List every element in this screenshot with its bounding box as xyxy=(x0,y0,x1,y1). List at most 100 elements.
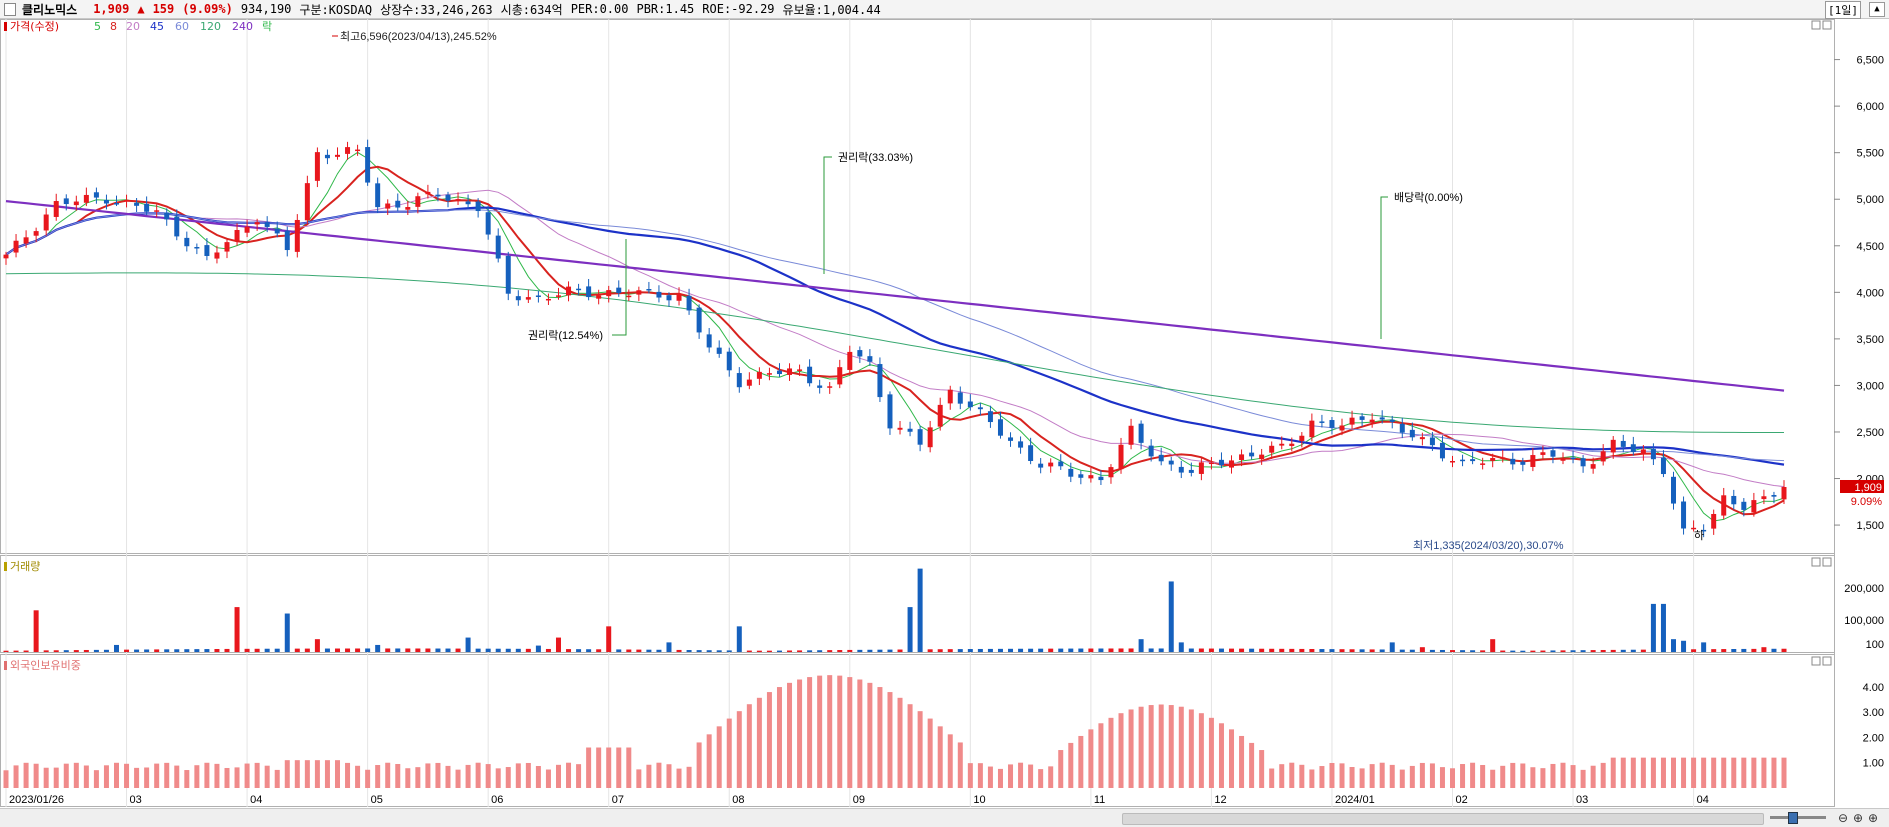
candle-body xyxy=(395,200,401,208)
zoom-slider[interactable] xyxy=(1770,816,1826,819)
foreign-tick-label: 2.00 xyxy=(1863,732,1884,744)
price-tick-label: 5,000 xyxy=(1856,194,1884,206)
foreign-ratio-bar xyxy=(1761,757,1767,788)
volume-bar xyxy=(63,650,69,652)
volume-bar xyxy=(53,650,59,652)
candle-body xyxy=(1078,474,1084,478)
volume-tick-label: 200,000 xyxy=(1844,583,1884,595)
volume-bar xyxy=(1208,648,1214,652)
candle-body xyxy=(1188,469,1194,473)
candle-body xyxy=(1098,476,1104,481)
foreign-ratio-bar xyxy=(53,767,59,788)
zoom-out-icon[interactable]: ⊖ xyxy=(1838,811,1848,825)
candle-body xyxy=(1761,496,1767,500)
candle-body xyxy=(1550,450,1556,457)
candle-body xyxy=(1460,459,1466,462)
foreign-ratio-bar xyxy=(1108,717,1114,788)
candle-body xyxy=(1008,437,1014,441)
volume-bar xyxy=(334,648,340,652)
candle-body xyxy=(1028,445,1034,461)
foreign-ratio-bar xyxy=(827,675,833,788)
stock-info-bar: 클리노믹스 1,909 ▲ 159 (9.09%) 934,190 구분:KOS… xyxy=(0,0,1889,19)
volume-bar xyxy=(1168,581,1174,652)
foreign-ratio-bar xyxy=(435,762,441,788)
volume-bar xyxy=(1068,648,1074,652)
foreign-ratio-bar xyxy=(1178,706,1184,788)
foreign-ratio-bar xyxy=(1711,757,1717,788)
legend-ma8: 8 xyxy=(110,20,117,33)
volume-bar xyxy=(1279,648,1285,652)
foreign-ratio-bar xyxy=(73,762,79,788)
foreign-ratio-bar xyxy=(877,687,883,788)
date-tick-label: 03 xyxy=(1576,794,1588,806)
foreign-ratio-bar xyxy=(706,734,712,788)
stock-chart[interactable]: 1,5002,0002,5003,0003,5004,0004,5005,000… xyxy=(0,19,1889,807)
candle-body xyxy=(1319,421,1325,423)
candle-body xyxy=(1249,452,1255,457)
volume-bar xyxy=(1108,648,1114,652)
volume-bar xyxy=(776,650,782,652)
candle-body xyxy=(1711,513,1717,529)
legend-price: 가격(수정) xyxy=(10,20,59,33)
horizontal-scroll-thumb[interactable] xyxy=(1122,813,1764,825)
panel-buttons[interactable] xyxy=(1811,20,1832,666)
price-tick-label: 5,500 xyxy=(1856,148,1884,160)
candle-body xyxy=(1218,459,1224,466)
volume-bar xyxy=(194,649,200,652)
candle-body xyxy=(525,297,531,300)
period-selector[interactable]: [1일] xyxy=(1825,1,1861,19)
candle-body xyxy=(63,198,69,205)
foreign-ratio-bar xyxy=(1028,764,1034,788)
candle-body xyxy=(937,404,943,427)
foreign-ratio-bar xyxy=(63,763,69,788)
stock-name[interactable]: 클리노믹스 xyxy=(22,1,77,18)
volume-bar xyxy=(736,626,742,652)
candle-body xyxy=(987,411,993,423)
volume-tick-label: 100 xyxy=(1866,639,1884,651)
candle-body xyxy=(294,219,300,252)
date-tick-label: 09 xyxy=(853,794,865,806)
volume-bar xyxy=(425,648,431,652)
volume-bar xyxy=(706,650,712,652)
volume-bar xyxy=(1429,649,1435,652)
candle-body xyxy=(184,237,190,247)
zoom-in-icon[interactable]: ⊕ xyxy=(1853,811,1863,825)
volume-bar xyxy=(1178,642,1184,652)
per-value: PER:0.00 xyxy=(570,2,629,16)
foreign-ratio-bar xyxy=(1681,757,1687,788)
market-type: 구분:KOSDAQ xyxy=(299,2,373,17)
volume-bar xyxy=(475,648,481,652)
candle-body xyxy=(304,183,310,221)
candle-body xyxy=(1118,444,1124,470)
date-tick-label: 11 xyxy=(1094,794,1105,806)
foreign-ratio-bar xyxy=(345,762,351,788)
foreign-ratio-bar xyxy=(817,675,823,788)
zoom-reset-icon[interactable]: ⊕ xyxy=(1868,811,1878,825)
candle-body xyxy=(13,240,19,253)
foreign-ratio-bar xyxy=(1148,705,1154,788)
volume-bar xyxy=(1671,639,1677,652)
candle-body xyxy=(274,228,280,234)
volume-bar xyxy=(174,649,180,652)
foreign-ratio-bar xyxy=(686,766,692,788)
candle-body xyxy=(1671,476,1677,504)
volume-bar xyxy=(73,650,79,652)
volume-bar xyxy=(365,648,371,652)
zoom-slider-knob[interactable] xyxy=(1788,812,1798,824)
foreign-ratio-bar xyxy=(797,679,803,788)
volume-bar xyxy=(435,648,441,652)
foreign-ratio-bar xyxy=(445,765,451,788)
stock-select-icon[interactable] xyxy=(4,3,16,16)
candle-body xyxy=(164,212,170,220)
scroll-arrow-icon[interactable]: ▲ xyxy=(1869,2,1885,17)
legend-ma20: 20 xyxy=(126,20,140,33)
candle-body xyxy=(465,201,471,205)
bottom-scrollbar[interactable]: ⊖ ⊕ ⊕ xyxy=(0,808,1889,827)
volume-bar xyxy=(1369,649,1375,652)
foreign-ratio-bar xyxy=(1620,757,1626,788)
market-cap: 시총:634억 xyxy=(500,2,563,17)
volume-bar xyxy=(987,648,993,652)
volume-bar xyxy=(234,607,240,652)
candle-body xyxy=(726,351,732,371)
candle-body xyxy=(244,226,250,233)
